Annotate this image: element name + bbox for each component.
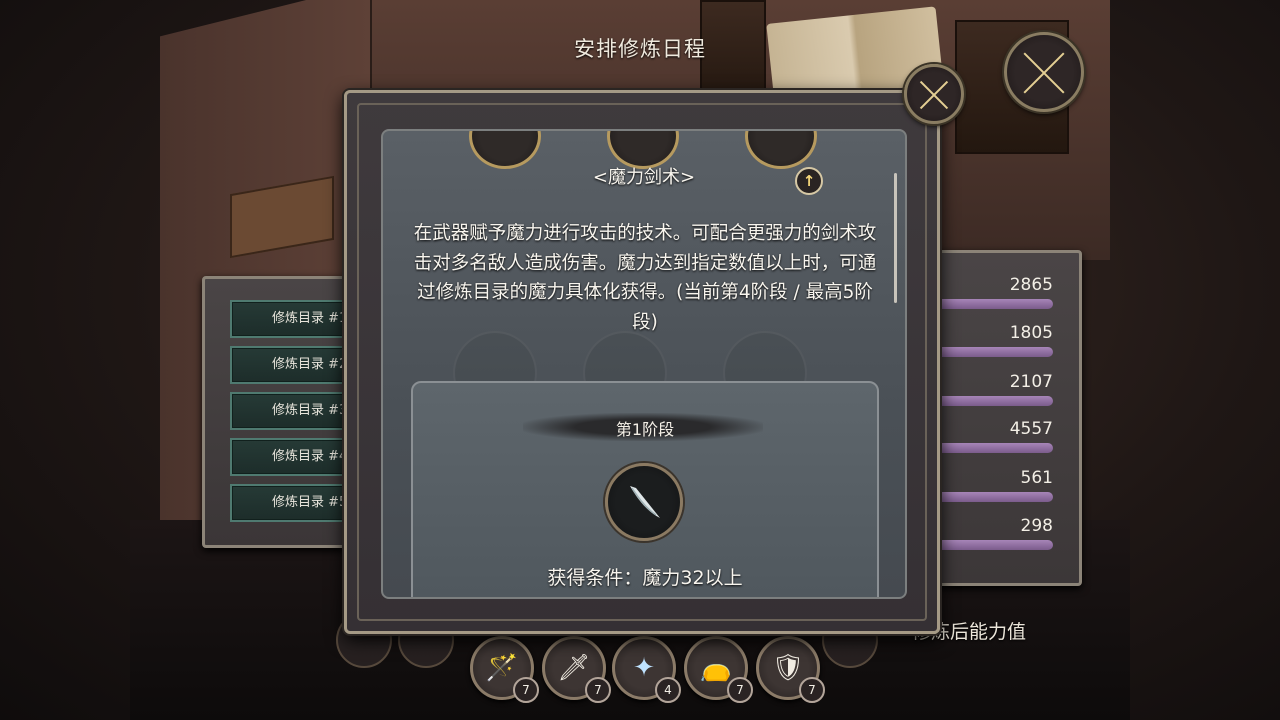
- skill-name: <魔力剑术>: [592, 167, 696, 188]
- stat-bar: [933, 492, 1053, 502]
- screen-title: 安排修炼日程: [574, 37, 706, 61]
- stat-bar: [933, 347, 1053, 357]
- catalogue-item-4[interactable]: 修炼目录 #4: [230, 438, 359, 476]
- stat-bar: [933, 540, 1053, 550]
- blade-slash-icon: [605, 463, 683, 541]
- catalogue-item-5[interactable]: 修炼目录 #5: [230, 484, 359, 522]
- catalogue-item-label: 修炼目录 #5: [272, 495, 348, 510]
- scrollbar[interactable]: [894, 173, 897, 303]
- skill-slot-5[interactable]: 🛡 7: [756, 636, 825, 703]
- stats-panel: 2865 1805 2107 4557 561 298: [930, 250, 1082, 586]
- stage-condition: 获得条件：魔力32以上: [547, 567, 743, 589]
- stat-value: 2865: [1009, 275, 1053, 295]
- skill-count-badge: 7: [799, 677, 825, 703]
- stat-value: 2107: [1009, 372, 1053, 392]
- stat-row: 561: [933, 468, 1063, 516]
- stat-row: 2107: [933, 372, 1063, 420]
- stat-row: 4557: [933, 419, 1063, 467]
- stat-value: 298: [1020, 516, 1053, 536]
- catalogue-item-label: 修炼目录 #1: [272, 311, 348, 326]
- skill-description: 在武器赋予魔力进行攻击的技术。可配合更强力的剑术攻击对多名敌人造成伤害。魔力达到…: [413, 223, 877, 333]
- stat-bar: [933, 443, 1053, 453]
- catalogue-item-3[interactable]: 修炼目录 #3: [230, 392, 359, 430]
- stage-title: 第1阶段: [615, 420, 675, 439]
- catalogue-item-1[interactable]: 修炼目录 #1: [230, 300, 359, 338]
- modal-close-button[interactable]: [904, 64, 964, 124]
- outer-close-button[interactable]: [1004, 32, 1084, 112]
- stat-bar: [933, 299, 1053, 309]
- skill-slot-1[interactable]: 🪄 7: [470, 636, 539, 703]
- stat-value: 4557: [1009, 419, 1053, 439]
- skill-count-badge: 7: [727, 677, 753, 703]
- skill-slot-2[interactable]: 🗡 7: [542, 636, 611, 703]
- skill-detail-scroll-area[interactable]: ↑ <魔力剑术> 在武器赋予魔力进行攻击的技术。可配合更强力的剑术攻击对多名敌人…: [381, 129, 907, 599]
- skill-slot-4[interactable]: 👝 7: [684, 636, 753, 703]
- catalogue-item-2[interactable]: 修炼目录 #2: [230, 346, 359, 384]
- stat-row: 1805: [933, 323, 1063, 371]
- blade-slash-svg: [630, 486, 660, 518]
- stage-card: 第1阶段 获得条件：魔力32以上: [411, 381, 879, 597]
- skill-detail-modal: ↑ <魔力剑术> 在武器赋予魔力进行攻击的技术。可配合更强力的剑术攻击对多名敌人…: [344, 90, 940, 634]
- catalogue-panel: 修炼目录 #1 修炼目录 #2 修炼目录 #3 修炼目录 #4 修炼目录 #5: [202, 276, 359, 548]
- catalogue-item-label: 修炼目录 #3: [272, 403, 348, 418]
- stat-value: 1805: [1009, 323, 1053, 343]
- stat-row: 298: [933, 516, 1063, 564]
- stat-value: 561: [1020, 468, 1053, 488]
- skill-count-badge: 7: [585, 677, 611, 703]
- skill-count-badge: 4: [655, 677, 681, 703]
- catalogue-item-label: 修炼目录 #2: [272, 357, 348, 372]
- stat-row: 2865: [933, 275, 1063, 323]
- skill-slot-3[interactable]: ✦ 4: [612, 636, 681, 703]
- skill-count-badge: 7: [513, 677, 539, 703]
- stat-bar: [933, 396, 1053, 406]
- catalogue-item-label: 修炼目录 #4: [272, 449, 348, 464]
